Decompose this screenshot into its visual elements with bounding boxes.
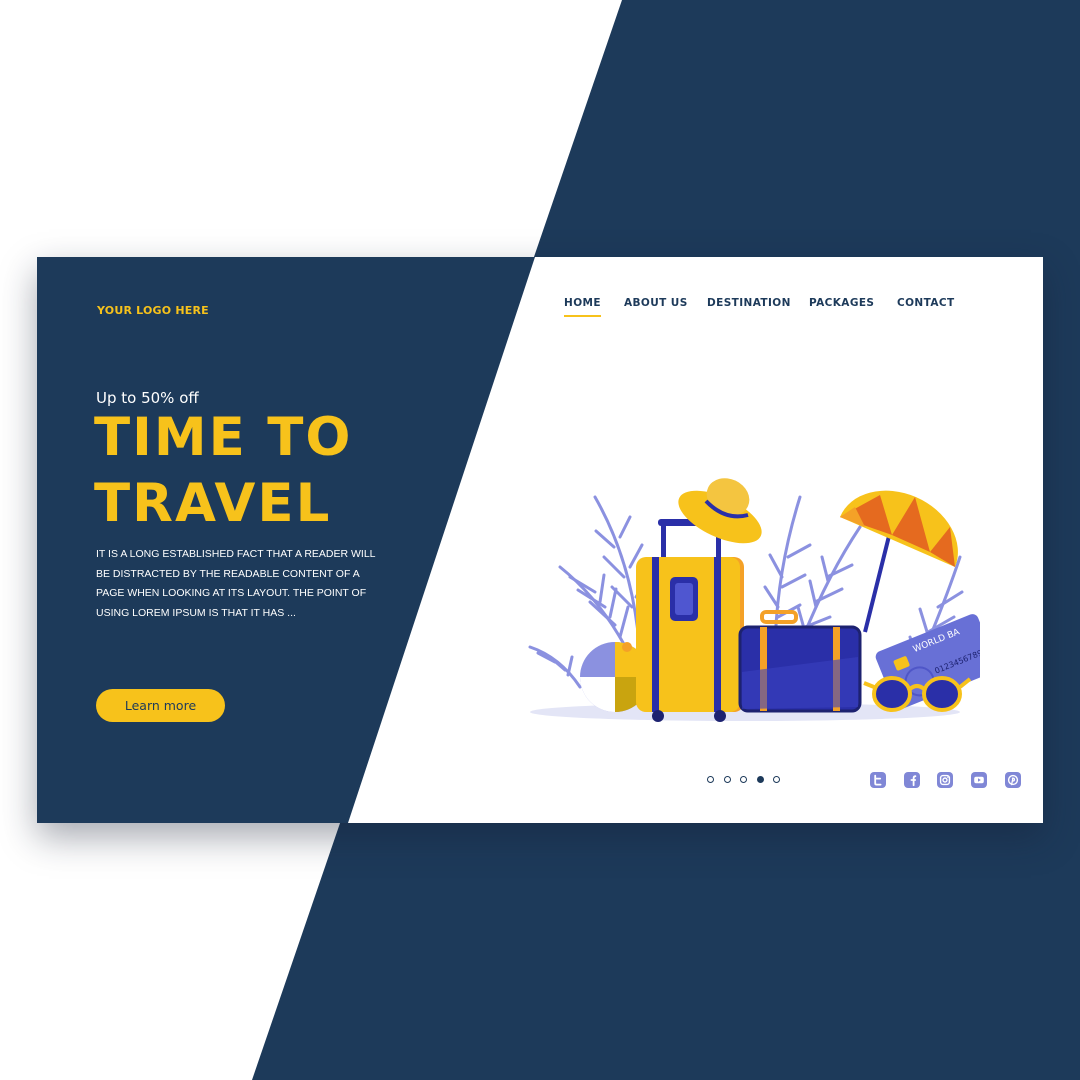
carousel-dots [707, 776, 787, 785]
carousel-dot[interactable] [773, 776, 780, 783]
pinterest-icon[interactable] [1005, 772, 1021, 788]
instagram-icon[interactable] [937, 772, 953, 788]
description-text: IT IS A LONG ESTABLISHED FACT THAT A REA… [96, 545, 386, 624]
headline-line: TRAVEL [94, 473, 332, 534]
description-line: BE DISTRACTED BY THE READABLE CONTENT OF… [96, 567, 360, 580]
twitter-icon[interactable] [870, 772, 886, 788]
carousel-dot-active[interactable] [757, 776, 764, 783]
learn-more-button[interactable]: Learn more [96, 689, 225, 722]
travel-illustration: WORLD BA 01234567891 0 [528, 478, 980, 722]
description-line: IT IS A LONG ESTABLISHED FACT THAT A REA… [96, 548, 376, 560]
headline: TIME TO TRAVEL [94, 405, 352, 537]
social-links [870, 772, 1024, 789]
main-nav: HOME ABOUT US DESTINATION PACKAGES CONTA… [37, 297, 1043, 321]
nav-item-destination[interactable]: DESTINATION [707, 297, 791, 317]
landing-card: YOUR LOGO HERE Up to 50% off TIME TO TRA… [37, 257, 1043, 823]
yellow-suitcase [636, 519, 744, 722]
blue-suitcase [738, 610, 862, 713]
youtube-icon[interactable] [971, 772, 987, 788]
nav-item-home[interactable]: HOME [564, 297, 601, 317]
description-line: USING LOREM IPSUM IS THAT IT HAS ... [96, 607, 296, 620]
description-line: PAGE WHEN LOOKING AT ITS LAYOUT. THE POI… [96, 587, 367, 600]
headline-line: TIME TO [94, 407, 353, 468]
nav-item-contact[interactable]: CONTACT [897, 297, 955, 317]
nav-item-packages[interactable]: PACKAGES [809, 297, 874, 317]
carousel-dot[interactable] [740, 776, 747, 783]
carousel-dot[interactable] [707, 776, 714, 783]
facebook-icon[interactable] [904, 772, 920, 788]
nav-item-about-us[interactable]: ABOUT US [624, 297, 688, 317]
carousel-dot[interactable] [724, 776, 731, 783]
